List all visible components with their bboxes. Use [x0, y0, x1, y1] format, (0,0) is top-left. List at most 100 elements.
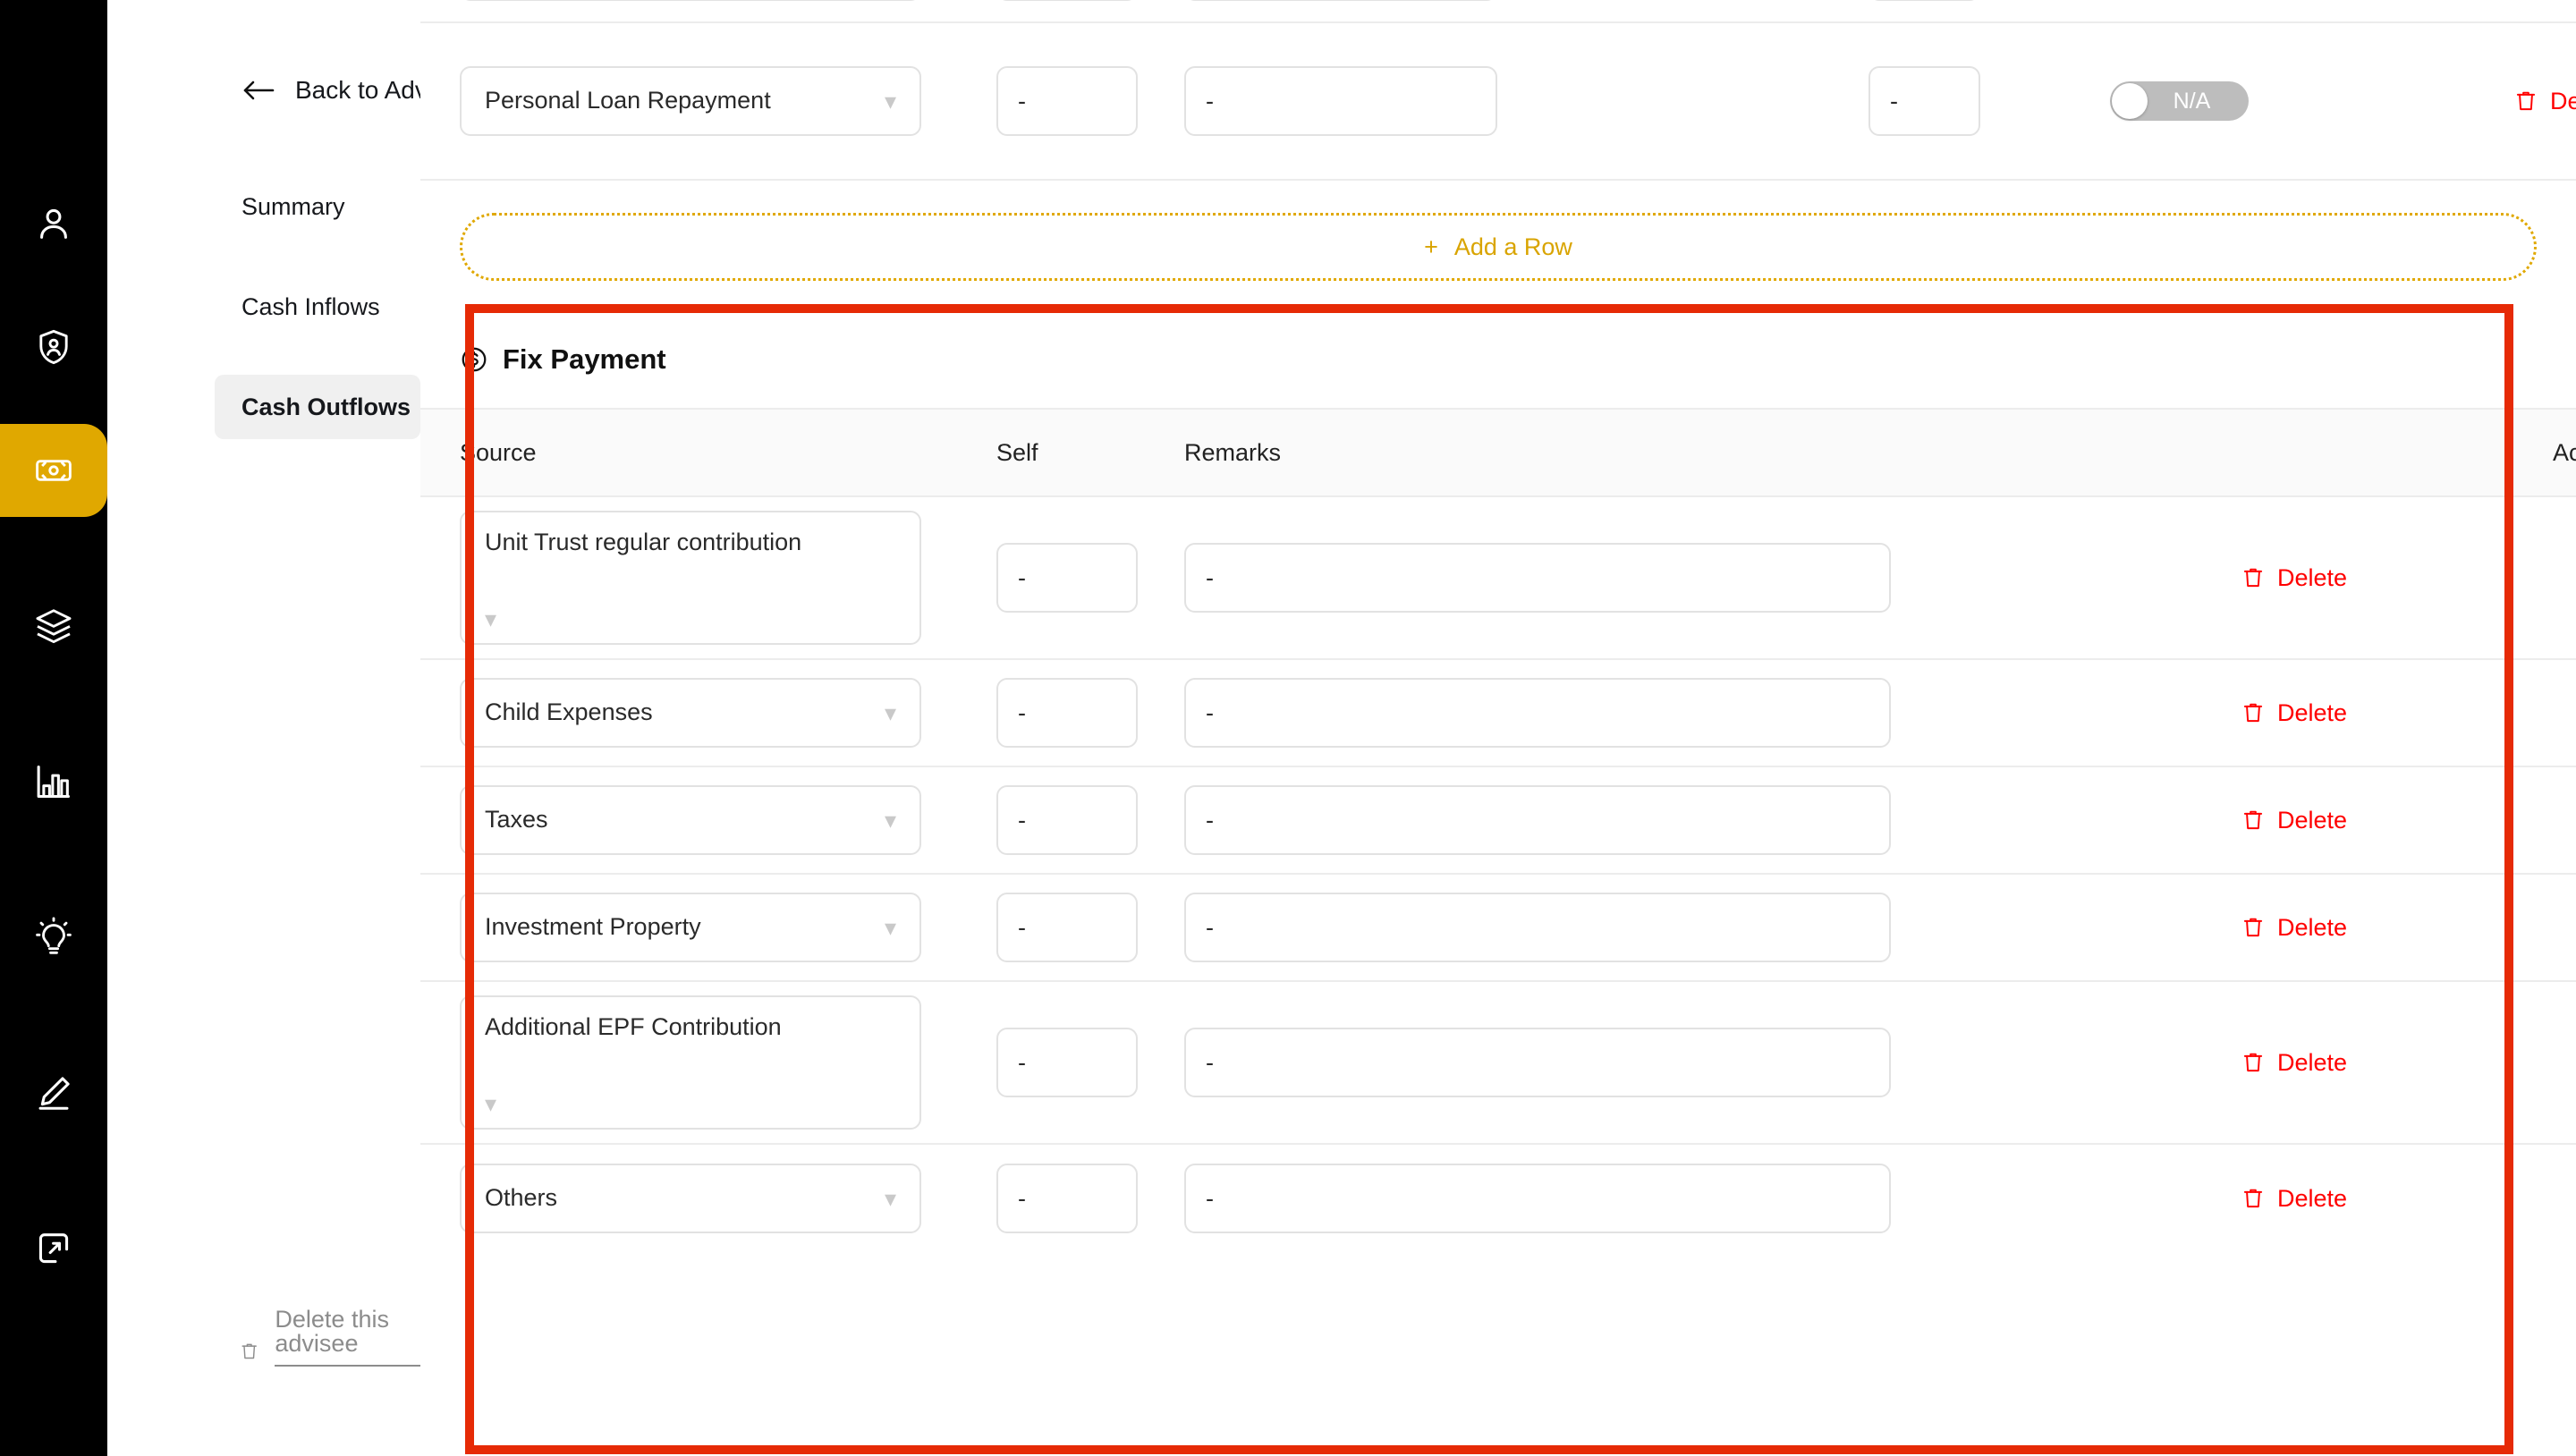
remarks-input[interactable]: - — [1184, 543, 1891, 613]
source-select[interactable]: Others ▾ — [460, 1164, 921, 1233]
table-row: Child Expenses ▾ - - Delete — [420, 660, 2576, 767]
trash-icon — [2243, 810, 2263, 830]
rail-item-notes[interactable] — [0, 1046, 107, 1139]
remarks-input[interactable]: - — [1184, 893, 1891, 962]
source-select-value: Additional EPF Contribution — [485, 1013, 782, 1040]
amount-input[interactable]: - — [996, 66, 1138, 136]
secondary-input[interactable]: - — [1184, 66, 1497, 136]
delete-row-button[interactable]: Delete — [2241, 914, 2347, 942]
delete-row-button[interactable]: Delete — [2241, 1049, 2347, 1077]
source-select-value: Others — [485, 1184, 558, 1212]
tertiary-input[interactable] — [1868, 0, 1980, 1]
na-toggle[interactable]: N/A — [2110, 81, 2249, 121]
add-a-row-label: Add a Row — [1453, 233, 1572, 260]
source-select[interactable]: ▾ — [460, 0, 921, 1]
rail-item-reports[interactable] — [0, 735, 107, 828]
table-row: Investment Property ▾ - - Delete — [420, 875, 2576, 982]
source-select-value: Investment Property — [485, 913, 701, 941]
table-row-clipped: ▾ — [420, 0, 2576, 23]
secondary-input[interactable] — [1184, 0, 1497, 1]
delete-row-button[interactable]: Delete — [2241, 564, 2347, 592]
chevron-down-icon: ▾ — [884, 88, 896, 114]
remarks-input[interactable]: - — [1184, 1028, 1891, 1097]
table-row: Taxes ▾ - - Delete — [420, 767, 2576, 875]
table-row: Additional EPF Contribution ▾ - - Delete — [420, 982, 2576, 1145]
delete-row-button[interactable]: Delete — [2241, 807, 2347, 834]
delete-row-button[interactable]: Delete — [2241, 1185, 2347, 1213]
delete-this-advisee-button[interactable]: Delete this advisee — [240, 1308, 420, 1367]
advisee-subnav: Back to Advisees Summary Cash Inflows Ca… — [107, 0, 486, 1456]
app-root: Back to Advisees Summary Cash Inflows Ca… — [0, 0, 2576, 1456]
source-select[interactable]: Taxes ▾ — [460, 785, 921, 855]
self-input[interactable]: - — [996, 893, 1138, 962]
column-header-self: Self — [996, 438, 1038, 466]
self-input[interactable]: - — [996, 1164, 1138, 1233]
source-select[interactable]: Personal Loan Repayment ▾ — [460, 66, 921, 136]
source-select-value: Child Expenses — [485, 698, 653, 726]
lightbulb-icon — [36, 917, 72, 954]
delete-row-label: Delete — [2549, 87, 2576, 114]
delete-row-label: Delete — [2276, 1048, 2347, 1076]
rail-item-portfolio[interactable] — [0, 580, 107, 673]
amount-input[interactable] — [996, 0, 1138, 1]
remarks-input[interactable]: - — [1184, 785, 1891, 855]
cash-banknote-icon — [36, 460, 72, 481]
rail-item-protection[interactable] — [0, 301, 107, 394]
arrow-left-icon — [243, 80, 275, 100]
fix-payment-table-header: Source Self Remarks Action — [420, 408, 2576, 497]
self-input[interactable]: - — [996, 678, 1138, 748]
sidebar-item-label: Cash Outflows — [242, 393, 411, 420]
toggle-knob — [2112, 83, 2148, 119]
delete-row-label: Delete — [2276, 806, 2347, 834]
source-select[interactable]: Investment Property ▾ — [460, 893, 921, 962]
user-icon — [40, 208, 67, 239]
pencil-edit-icon — [38, 1077, 70, 1110]
plus-icon: + — [1424, 233, 1438, 260]
sidebar-item-label: Cash Inflows — [242, 292, 380, 320]
delete-row-button[interactable]: Delete — [2241, 699, 2347, 727]
rail-item-cashflow[interactable] — [0, 424, 107, 517]
source-select[interactable]: Additional EPF Contribution ▾ — [460, 995, 921, 1130]
delete-this-advisee-label: Delete this advisee — [275, 1308, 420, 1367]
rail-item-insights[interactable] — [0, 891, 107, 984]
sidebar-item-summary[interactable]: Summary — [215, 174, 420, 239]
source-select-value: Personal Loan Repayment — [485, 87, 771, 114]
trash-icon — [2243, 1053, 2263, 1072]
trash-icon — [2243, 703, 2263, 723]
sidebar-item-cash-outflows[interactable]: Cash Outflows — [215, 375, 420, 439]
main-content: ▾ Personal Loan Repayment ▾ - - - — [420, 0, 2576, 1456]
na-toggle-label: N/A — [2173, 88, 2211, 114]
source-select[interactable]: Unit Trust regular contribution ▾ — [460, 511, 921, 645]
icon-rail — [0, 0, 107, 1456]
delete-row-label: Delete — [2276, 698, 2347, 726]
subnav-list: Summary Cash Inflows Cash Outflows — [215, 174, 420, 475]
add-a-row-button[interactable]: + Add a Row — [460, 213, 2537, 281]
delete-row-label: Delete — [2276, 1184, 2347, 1212]
self-input[interactable]: - — [996, 1028, 1138, 1097]
rail-item-logout[interactable] — [0, 1202, 107, 1295]
remarks-input[interactable]: - — [1184, 678, 1891, 748]
chevron-down-icon: ▾ — [884, 699, 896, 726]
delete-row-button[interactable]: Delete — [2514, 88, 2576, 115]
table-row: Unit Trust regular contribution ▾ - - De… — [420, 497, 2576, 660]
rail-item-user[interactable] — [0, 177, 107, 270]
trash-icon — [2243, 1189, 2263, 1208]
tertiary-input[interactable]: - — [1868, 66, 1980, 136]
delete-row-label: Delete — [2276, 563, 2347, 591]
fix-payment-section: Fix Payment Source Self Remarks Action U… — [420, 343, 2576, 1252]
chevron-down-icon: ▾ — [884, 914, 896, 941]
self-input[interactable]: - — [996, 785, 1138, 855]
source-select-value: Unit Trust regular contribution — [485, 529, 802, 555]
column-header-source: Source — [460, 438, 537, 466]
source-select[interactable]: Child Expenses ▾ — [460, 678, 921, 748]
remarks-input[interactable]: - — [1184, 1164, 1891, 1233]
trash-icon — [2243, 568, 2263, 588]
self-input[interactable]: - — [996, 543, 1138, 613]
column-header-remarks: Remarks — [1184, 438, 1282, 466]
chevron-down-icon: ▾ — [485, 605, 497, 632]
sidebar-item-cash-inflows[interactable]: Cash Inflows — [215, 275, 420, 339]
chevron-down-icon: ▾ — [884, 1185, 896, 1212]
table-row: Others ▾ - - Delete — [420, 1145, 2576, 1252]
table-row: Personal Loan Repayment ▾ - - - N/A Dele… — [420, 23, 2576, 181]
delete-row-label: Delete — [2276, 913, 2347, 941]
